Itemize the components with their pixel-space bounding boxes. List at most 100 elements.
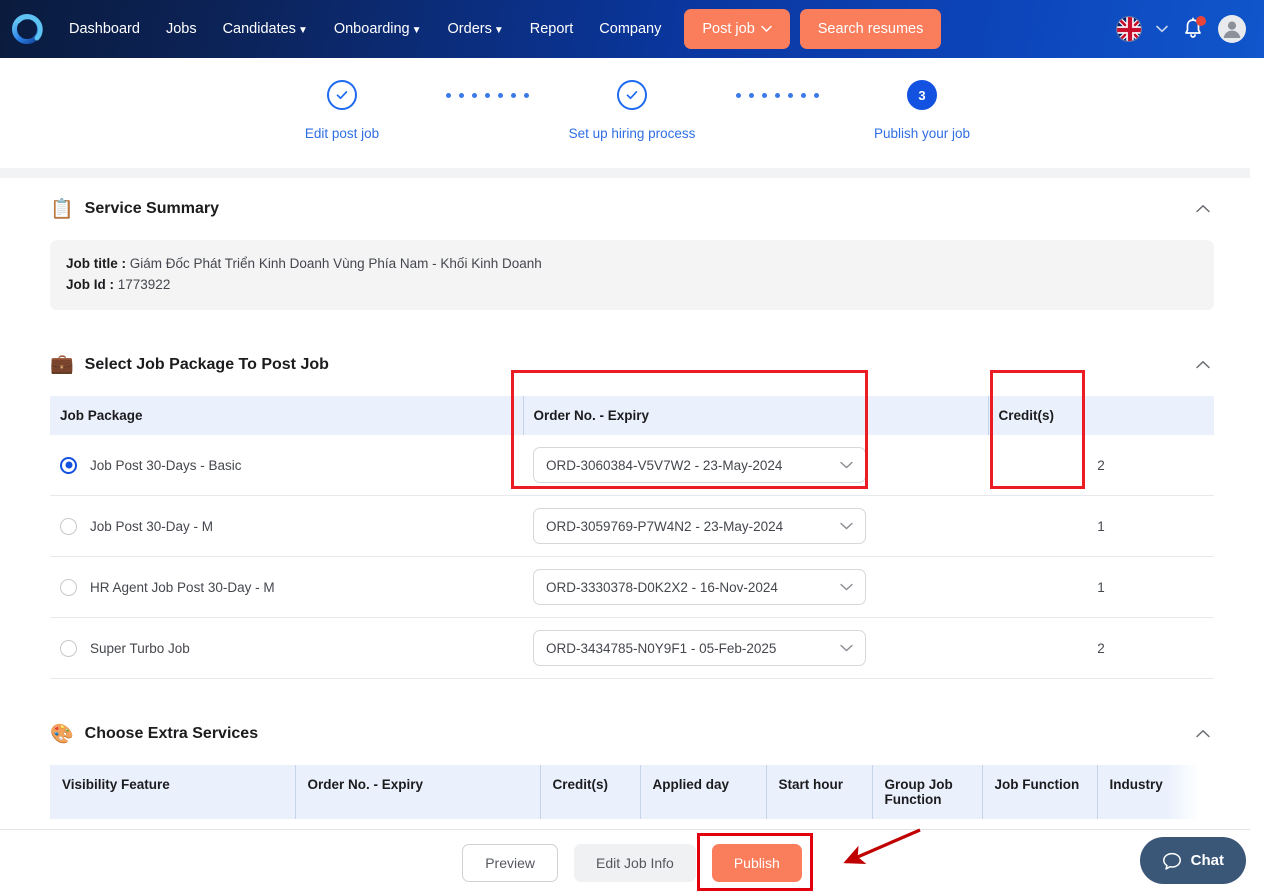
package-label: Job Post 30-Day - M <box>90 518 214 534</box>
table-row[interactable]: Job Post 30-Day - M ORD-3059769-P7W4N2 -… <box>50 495 1214 558</box>
nav-link-jobs[interactable]: Jobs <box>153 15 210 43</box>
column-visibility-feature: Visibility Feature <box>50 765 295 820</box>
step-set-up-hiring-process[interactable]: Set up hiring process <box>547 80 717 141</box>
chevron-up-icon[interactable] <box>1192 723 1214 745</box>
package-cell: Job Post 30-Days - Basic <box>60 456 513 474</box>
step-label: Publish your job <box>873 126 971 141</box>
scrollbar-gutter[interactable] <box>1250 58 1264 896</box>
credits-cell: 2 <box>988 617 1214 680</box>
extra-services-table: Visibility Feature Order No. - Expiry Cr… <box>50 765 1214 820</box>
job-package-title: Select Job Package To Post Job <box>84 355 329 373</box>
notification-badge <box>1196 16 1206 26</box>
job-id-value: 1773922 <box>117 276 171 292</box>
nav-link-report[interactable]: Report <box>517 15 587 43</box>
service-summary-box: Job title : Giám Đốc Phát Triển Kinh Doa… <box>50 240 1214 310</box>
notifications-button[interactable] <box>1182 16 1206 41</box>
column-credits: Credit(s) <box>539 765 640 820</box>
order-select[interactable]: ORD-3330378-D0K2X2 - 16-Nov-2024 <box>533 569 866 606</box>
package-radio[interactable] <box>60 578 77 596</box>
order-select-value: ORD-3059769-P7W4N2 - 23-May-2024 <box>546 518 784 534</box>
package-radio-selected[interactable] <box>60 456 77 474</box>
publish-button[interactable]: Publish <box>711 844 802 882</box>
navbar-right-tools <box>1116 15 1250 43</box>
step-publish-your-job[interactable]: 3 Publish your job <box>837 80 1007 141</box>
package-radio[interactable] <box>60 639 77 657</box>
chevron-down-icon[interactable] <box>1156 25 1168 33</box>
search-resumes-button[interactable]: Search resumes <box>799 9 942 49</box>
order-select[interactable]: ORD-3060384-V5V7W2 - 23-May-2024 <box>533 447 866 484</box>
chevron-down-icon <box>761 25 772 33</box>
chevron-down-icon <box>840 461 853 469</box>
step-edit-post-job[interactable]: Edit post job <box>257 80 427 141</box>
nav-link-candidates[interactable]: Candidates ▼ <box>210 15 321 43</box>
package-cell: HR Agent Job Post 30-Day - M <box>60 578 513 596</box>
service-summary-title: Service Summary <box>84 200 219 217</box>
footer-action-bar: Preview Edit Job Info Publish <box>0 829 1264 896</box>
nav-link-label: Candidates <box>222 21 296 37</box>
job-title-value: Giám Đốc Phát Triển Kinh Doanh Vùng Phía… <box>129 256 542 271</box>
nav-link-label: Report <box>529 21 574 37</box>
content-panel: 📋 Service Summary Job title : Giám Đốc P… <box>0 178 1264 820</box>
stepper-connector <box>717 93 837 98</box>
chat-widget-button[interactable]: Chat <box>1139 837 1246 884</box>
document-icon: 📋 <box>50 198 74 220</box>
job-id-label: Job Id : <box>66 276 114 292</box>
package-cell: Job Post 30-Day - M <box>60 517 513 535</box>
nav-link-company[interactable]: Company <box>586 15 674 43</box>
package-label: Job Post 30-Days - Basic <box>90 457 242 473</box>
check-icon <box>336 91 348 100</box>
column-order-no-expiry: Order No. - Expiry <box>522 395 988 435</box>
post-job-label: Post job <box>702 21 755 37</box>
order-select[interactable]: ORD-3434785-N0Y9F1 - 05-Feb-2025 <box>533 630 866 667</box>
nav-link-label: Onboarding <box>333 21 410 37</box>
package-radio[interactable] <box>60 517 77 535</box>
table-row[interactable]: Super Turbo Job ORD-3434785-N0Y9F1 - 05-… <box>50 617 1214 680</box>
table-header-row: Job Package Order No. - Expiry Credit(s) <box>50 395 1214 435</box>
chevron-up-icon[interactable] <box>1192 354 1214 376</box>
package-cell: Super Turbo Job <box>60 639 513 657</box>
job-id-row: Job Id : 1773922 <box>66 275 1198 296</box>
preview-button[interactable]: Preview <box>462 844 559 882</box>
check-icon <box>626 91 638 100</box>
table-row[interactable]: Job Post 30-Days - Basic ORD-3060384-V5V… <box>50 434 1214 497</box>
chevron-up-icon[interactable] <box>1192 198 1214 220</box>
table-row[interactable]: HR Agent Job Post 30-Day - M ORD-3330378… <box>50 556 1214 619</box>
chevron-down-icon: ▼ <box>493 24 504 36</box>
job-title-row: Job title : Giám Đốc Phát Triển Kinh Doa… <box>66 254 1198 275</box>
step-marker: 3 <box>907 80 937 110</box>
nav-link-label: Company <box>599 21 662 37</box>
credits-cell: 2 <box>988 434 1214 497</box>
nav-link-label: Dashboard <box>69 21 140 37</box>
edit-job-info-button[interactable]: Edit Job Info <box>574 844 696 882</box>
nav-links: Dashboard Jobs Candidates ▼ Onboarding ▼… <box>56 15 674 43</box>
post-job-button[interactable]: Post job <box>684 9 790 49</box>
nav-link-onboarding[interactable]: Onboarding ▼ <box>321 15 435 43</box>
table-header-row: Visibility Feature Order No. - Expiry Cr… <box>50 765 1214 820</box>
extra-services-header: 🎨 Choose Extra Services <box>50 703 1214 765</box>
order-select[interactable]: ORD-3059769-P7W4N2 - 23-May-2024 <box>533 508 866 545</box>
chevron-down-icon: ▼ <box>411 24 422 36</box>
top-navbar: Dashboard Jobs Candidates ▼ Onboarding ▼… <box>0 0 1264 58</box>
avatar[interactable] <box>1218 15 1246 43</box>
package-label: Super Turbo Job <box>90 640 190 656</box>
step-label: Edit post job <box>304 126 380 141</box>
column-group-job-function: Group Job Function <box>871 765 982 820</box>
company-logo[interactable] <box>6 8 48 50</box>
column-order-no-expiry: Order No. - Expiry <box>294 765 540 820</box>
page-root: Dashboard Jobs Candidates ▼ Onboarding ▼… <box>0 0 1264 896</box>
nav-link-orders[interactable]: Orders ▼ <box>435 15 517 43</box>
column-job-package: Job Package <box>50 395 523 435</box>
search-resumes-label: Search resumes <box>817 21 924 37</box>
order-select-value: ORD-3434785-N0Y9F1 - 05-Feb-2025 <box>546 640 777 656</box>
step-label: Set up hiring process <box>568 126 696 141</box>
uk-flag-icon[interactable] <box>1116 16 1142 42</box>
extra-services-title: Choose Extra Services <box>84 725 259 743</box>
briefcase-icon: 💼 <box>50 354 74 376</box>
nav-link-label: Orders <box>447 21 492 37</box>
column-job-function: Job Function <box>981 765 1097 820</box>
job-package-header: 💼 Select Job Package To Post Job <box>50 334 1214 396</box>
extra-services-table-wrap: Visibility Feature Order No. - Expiry Cr… <box>50 765 1214 820</box>
job-title-label: Job title : <box>66 256 126 271</box>
nav-link-dashboard[interactable]: Dashboard <box>56 15 153 43</box>
order-select-value: ORD-3330378-D0K2X2 - 16-Nov-2024 <box>546 579 778 595</box>
